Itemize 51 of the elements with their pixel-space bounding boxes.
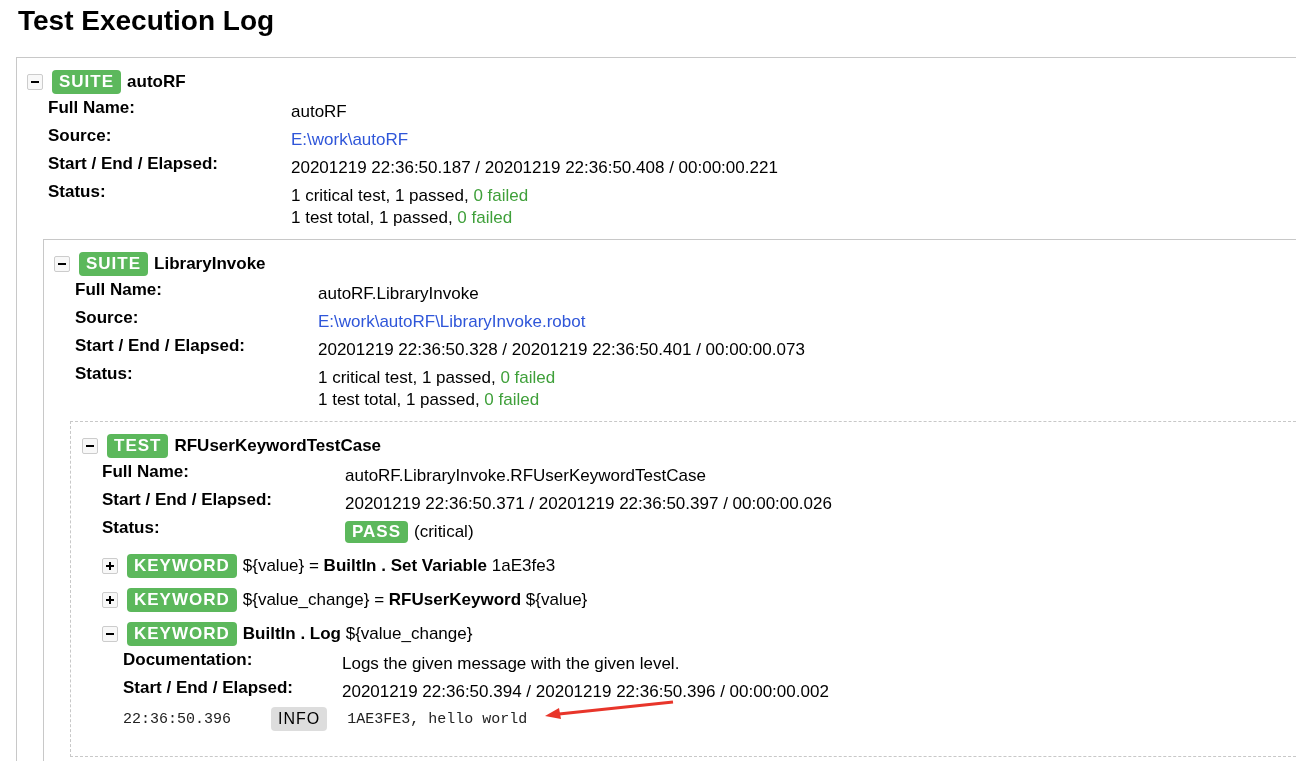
field-label: Documentation: <box>123 649 254 671</box>
collapse-toggle[interactable] <box>82 438 98 454</box>
item-name: RFUserKeywordTestCase <box>174 436 382 456</box>
status-summary: 1 critical test, 1 passed, 0 failed <box>291 185 530 207</box>
item-name: ${value_change} = RFUserKeyword ${value} <box>242 590 588 610</box>
field-value: Logs the given message with the given level. <box>342 654 680 673</box>
source-link[interactable]: E:\work\autoRF <box>291 130 409 149</box>
type-badge: SUITE <box>79 252 149 276</box>
status-note: (critical) <box>414 522 474 541</box>
field-label: Source: <box>75 307 140 329</box>
field-label: Status: <box>75 363 134 385</box>
item-name: autoRF <box>127 72 186 92</box>
status-summary: 1 test total, 1 passed, 0 failed <box>318 389 541 411</box>
collapse-toggle[interactable] <box>54 256 70 272</box>
collapse-toggle[interactable] <box>27 74 43 90</box>
message-time: 22:36:50.396 <box>123 710 233 728</box>
status-summary: 1 critical test, 1 passed, 0 failed <box>318 367 557 389</box>
field-value: 20201219 22:36:50.394 / 20201219 22:36:50.396 / 00:00:00.002 <box>342 682 829 701</box>
page-title: Test Execution Log <box>18 5 276 37</box>
field-label: Start / End / Elapsed: <box>75 335 247 357</box>
field-label: Full Name: <box>48 97 136 119</box>
field-label: Full Name: <box>75 279 163 301</box>
type-badge: KEYWORD <box>127 588 237 612</box>
message-text: 1AE3FE3, hello world <box>347 710 528 728</box>
field-label: Start / End / Elapsed: <box>48 153 220 175</box>
field-value: 20201219 22:36:50.371 / 20201219 22:36:50.397 / 00:00:00.026 <box>345 494 832 513</box>
field-label: Source: <box>48 125 113 147</box>
item-name: BuiltIn . Log ${value_change} <box>242 624 473 644</box>
field-value: autoRF.LibraryInvoke.RFUserKeywordTestCase <box>345 466 706 485</box>
status-badge: PASS <box>345 521 409 543</box>
level-badge: INFO <box>271 707 328 731</box>
field-value: 20201219 22:36:50.328 / 20201219 22:36:50.401 / 00:00:00.073 <box>318 340 805 359</box>
status-summary: 1 test total, 1 passed, 0 failed <box>291 207 514 229</box>
collapse-toggle[interactable] <box>102 626 118 642</box>
item-name: ${value} = BuiltIn . Set Variable 1aE3fe3 <box>242 556 556 576</box>
field-value: 20201219 22:36:50.187 / 20201219 22:36:50.408 / 00:00:00.221 <box>291 158 778 177</box>
type-badge: TEST <box>107 434 169 458</box>
type-badge: KEYWORD <box>127 622 237 646</box>
field-value: autoRF.LibraryInvoke <box>318 284 479 303</box>
field-label: Full Name: <box>102 461 190 483</box>
field-label: Start / End / Elapsed: <box>123 677 295 699</box>
source-link[interactable]: E:\work\autoRF\LibraryInvoke.robot <box>318 312 586 331</box>
type-badge: SUITE <box>52 70 122 94</box>
expand-toggle[interactable] <box>102 558 118 574</box>
field-label: Status: <box>48 181 107 203</box>
field-label: Start / End / Elapsed: <box>102 489 274 511</box>
field-value: autoRF <box>291 102 347 121</box>
type-badge: KEYWORD <box>127 554 237 578</box>
field-label: Status: <box>102 517 161 539</box>
expand-toggle[interactable] <box>102 592 118 608</box>
item-name: LibraryInvoke <box>154 254 266 274</box>
